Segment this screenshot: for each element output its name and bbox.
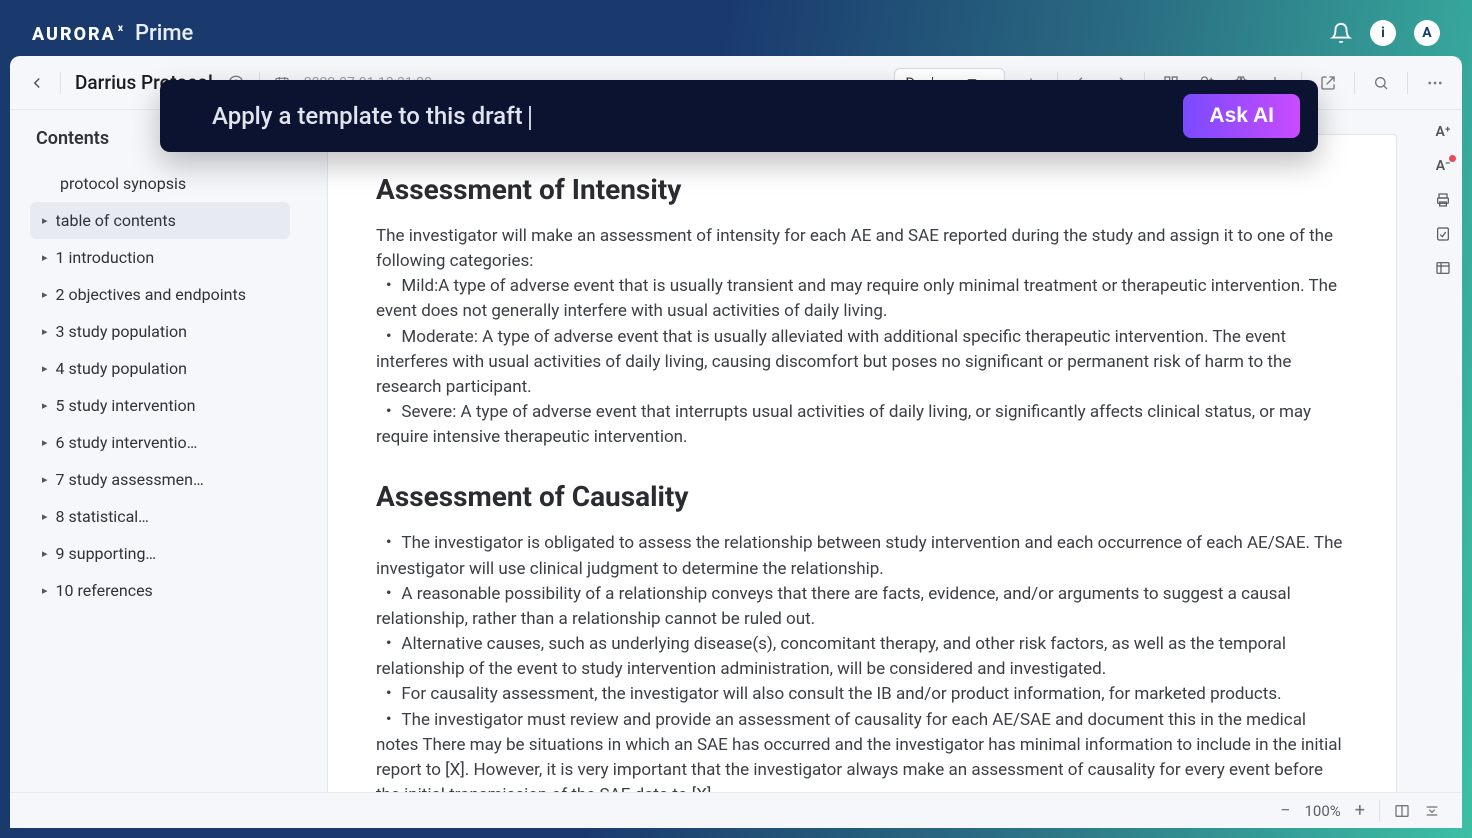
grid-icon[interactable] <box>1435 260 1451 276</box>
note-icon[interactable] <box>1435 226 1451 242</box>
notification-dot <box>1449 155 1456 162</box>
toc-item-label: 4 study population <box>56 359 187 378</box>
chevron-right-icon: ▸ <box>42 584 48 597</box>
status-bar: − 100% + <box>10 792 1462 828</box>
brand: AURORAx Prime <box>32 21 193 46</box>
bell-icon[interactable] <box>1330 22 1352 44</box>
workspace: Darrius Protocol 2022-07-01 13:31:20 Don… <box>10 56 1462 828</box>
toc-item-2[interactable]: ▸ 1 introduction <box>30 239 290 276</box>
divider <box>1407 72 1408 94</box>
brand-logo: AURORAx <box>32 24 125 45</box>
zoom-level: 100% <box>1305 802 1341 820</box>
divider <box>1354 72 1355 94</box>
chevron-right-icon: ▸ <box>42 214 48 227</box>
toc-item-6[interactable]: ▸ 5 study intervention <box>30 387 290 424</box>
open-external-icon[interactable] <box>1320 75 1336 91</box>
toc-item-label: 5 study intervention <box>56 396 196 415</box>
toc-item-3[interactable]: ▸ 2 objectives and endpoints <box>30 276 290 313</box>
font-increase[interactable]: A⁺ <box>1436 124 1451 140</box>
divider <box>60 72 61 94</box>
text-cursor <box>529 106 531 130</box>
more-button[interactable] <box>1426 74 1444 92</box>
toc-item-11[interactable]: ▸ 10 references <box>30 572 290 609</box>
toc-item-label: 1 introduction <box>56 248 155 267</box>
chevron-right-icon: ▸ <box>42 436 48 449</box>
toc-item-label: table of contents <box>56 211 176 230</box>
main-row: Contents protocol synopsis▸table of cont… <box>10 110 1462 792</box>
toc-item-4[interactable]: ▸ 3 study population <box>30 313 290 350</box>
document-scroll[interactable]: Assessment of Intensity The investigator… <box>300 110 1424 792</box>
layout-fit-icon[interactable] <box>1424 803 1440 819</box>
toc-item-label: protocol synopsis <box>60 174 186 193</box>
chevron-right-icon: ▸ <box>42 325 48 338</box>
toc-item-8[interactable]: ▸ 7 study assessmen… <box>30 461 290 498</box>
header-actions: i A <box>1330 20 1440 46</box>
divider <box>1379 800 1380 822</box>
heading-intensity: Assessment of Intensity <box>376 173 1348 206</box>
brand-sub: Prime <box>135 21 193 46</box>
ai-prompt-bar: Apply a template to this draft Ask AI <box>160 80 1318 152</box>
toc-item-label: 2 objectives and endpoints <box>56 285 246 304</box>
paragraph-causality: ・ The investigator is obligated to asses… <box>376 531 1348 792</box>
toc-item-label: 10 references <box>56 581 153 600</box>
toc-item-label: 7 study assessmen… <box>56 470 204 489</box>
back-button[interactable] <box>28 74 46 92</box>
chevron-right-icon: ▸ <box>42 362 48 375</box>
document-page: Assessment of Intensity The investigator… <box>327 134 1397 792</box>
toc-item-label: 3 study population <box>56 322 187 341</box>
toc-list: protocol synopsis ▸ table of contents ▸ 1 in… <box>30 165 290 609</box>
ai-prompt-text: Apply a template to this draft <box>212 102 531 130</box>
zoom-out-button[interactable]: − <box>1280 800 1290 821</box>
chevron-right-icon: ▸ <box>42 399 48 412</box>
layout-split-icon[interactable] <box>1394 803 1410 819</box>
ask-ai-button[interactable]: Ask AI <box>1183 94 1300 138</box>
toc-item-0[interactable]: protocol synopsis <box>30 165 290 202</box>
avatar[interactable]: A <box>1414 20 1440 46</box>
sidebar: Contents protocol synopsis▸table of cont… <box>10 110 300 792</box>
info-icon[interactable]: i <box>1370 20 1396 46</box>
chevron-right-icon: ▸ <box>42 251 48 264</box>
brand-logo-sup: x <box>118 23 125 34</box>
app-header: AURORAx Prime i A <box>10 10 1462 56</box>
toc-item-label: 6 study interventio… <box>56 433 198 452</box>
toc-item-7[interactable]: ▸ 6 study interventio… <box>30 424 290 461</box>
print-icon[interactable] <box>1435 192 1451 208</box>
zoom-in-button[interactable]: + <box>1355 800 1365 821</box>
toc-item-9[interactable]: ▸ 8 statistical… <box>30 498 290 535</box>
chevron-right-icon: ▸ <box>42 547 48 560</box>
toc-item-10[interactable]: ▸ 9 supporting… <box>30 535 290 572</box>
toc-item-5[interactable]: ▸ 4 study population <box>30 350 290 387</box>
right-rail: A⁺ A⁻ <box>1424 110 1462 792</box>
chevron-right-icon: ▸ <box>42 473 48 486</box>
chevron-right-icon: ▸ <box>42 510 48 523</box>
toc-item-label: 9 supporting… <box>56 544 157 563</box>
chevron-right-icon: ▸ <box>42 288 48 301</box>
font-decrease-label: A⁻ <box>1436 158 1451 174</box>
toc-item-1[interactable]: ▸ table of contents <box>30 202 290 239</box>
search-button[interactable] <box>1373 75 1389 91</box>
paragraph-intensity: The investigator will make an assessment… <box>376 224 1348 450</box>
brand-logo-text: AURORA <box>32 24 116 45</box>
document-column: Assessment of Intensity The investigator… <box>300 110 1424 792</box>
ai-prompt-value: Apply a template to this draft <box>212 102 523 130</box>
toc-item-label: 8 statistical… <box>56 507 149 526</box>
heading-causality: Assessment of Causality <box>376 480 1348 513</box>
font-decrease[interactable]: A⁻ <box>1436 158 1451 174</box>
